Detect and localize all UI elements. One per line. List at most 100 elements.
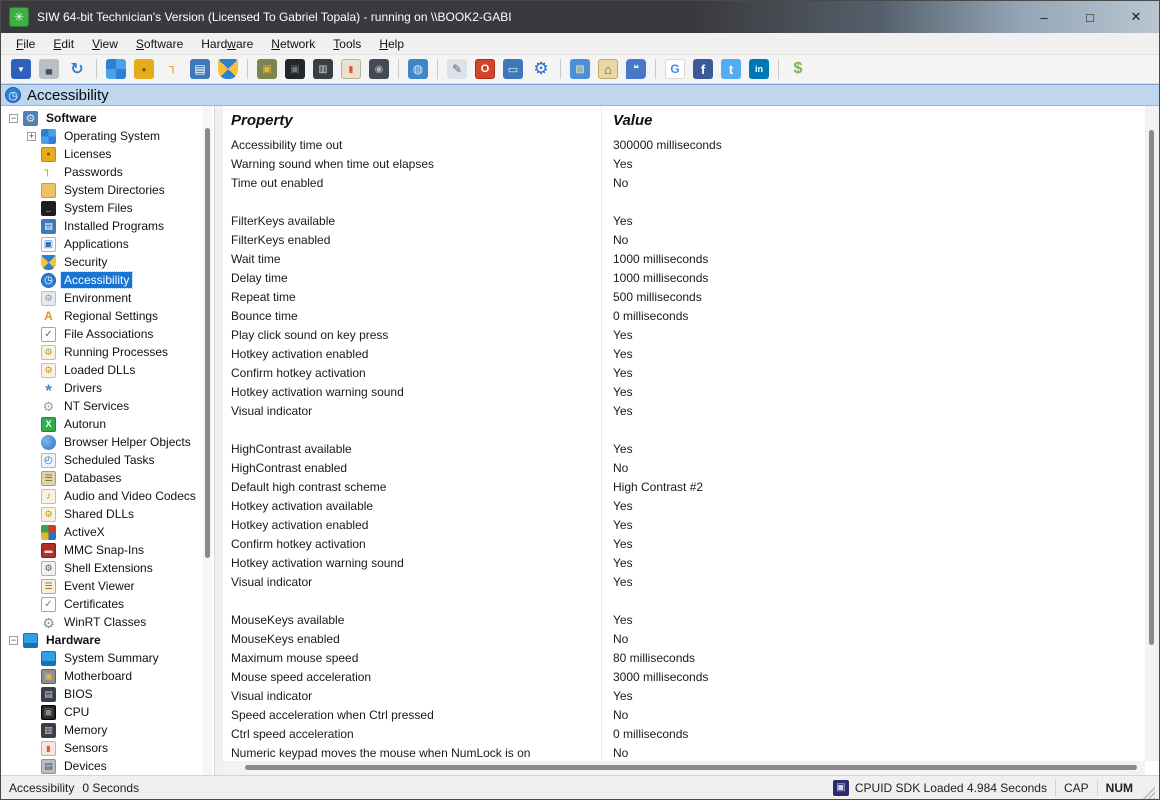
close-button[interactable]: ✕ — [1113, 1, 1159, 33]
tree-item-memory[interactable]: Memory — [1, 721, 214, 739]
table-row[interactable]: Numeric keypad moves the mouse when NumL… — [223, 743, 1145, 761]
tree-item-running-processes[interactable]: Running Processes — [1, 343, 214, 361]
table-row[interactable]: Default high contrast schemeHigh Contras… — [223, 477, 1145, 496]
tree-item-installed-programs[interactable]: Installed Programs — [1, 217, 214, 235]
table-row[interactable]: Play click sound on key pressYes — [223, 325, 1145, 344]
table-row[interactable]: Maximum mouse speed80 milliseconds — [223, 648, 1145, 667]
security-shield-icon[interactable] — [218, 59, 238, 79]
maximize-button[interactable]: □ — [1067, 1, 1113, 33]
tree-item-cpu[interactable]: CPU — [1, 703, 214, 721]
web-icon[interactable] — [570, 59, 590, 79]
table-row[interactable]: Repeat time500 milliseconds — [223, 287, 1145, 306]
table-row[interactable]: Confirm hotkey activationYes — [223, 363, 1145, 382]
tree-item-system-files[interactable]: System Files — [1, 199, 214, 217]
tree-scrollbar-thumb[interactable] — [205, 128, 210, 558]
tree-vertical-scrollbar[interactable] — [203, 106, 212, 775]
twitter-icon[interactable] — [721, 59, 741, 79]
table-row[interactable]: Confirm hotkey activationYes — [223, 534, 1145, 553]
home-icon[interactable] — [598, 59, 618, 79]
menu-software[interactable]: Software — [127, 35, 192, 53]
refresh-icon[interactable] — [67, 59, 87, 79]
tree-item-applications[interactable]: Applications — [1, 235, 214, 253]
table-row[interactable]: Warning sound when time out elapsesYes — [223, 154, 1145, 173]
tree-item-drivers[interactable]: Drivers — [1, 379, 214, 397]
table-row[interactable]: Hotkey activation enabledYes — [223, 344, 1145, 363]
tree-item-loaded-dlls[interactable]: Loaded DLLs — [1, 361, 214, 379]
sensors-icon[interactable] — [341, 59, 361, 79]
tree-item-security[interactable]: Security — [1, 253, 214, 271]
menu-tools[interactable]: Tools — [324, 35, 370, 53]
resize-grip-icon[interactable] — [1143, 787, 1155, 799]
tree-item-event-viewer[interactable]: Event Viewer — [1, 577, 214, 595]
table-row[interactable]: Hotkey activation availableYes — [223, 496, 1145, 515]
tree-item-motherboard[interactable]: Motherboard — [1, 667, 214, 685]
menu-edit[interactable]: Edit — [44, 35, 83, 53]
table-row[interactable]: HighContrast availableYes — [223, 439, 1145, 458]
tree-item-devices[interactable]: Devices — [1, 757, 214, 775]
network-icon[interactable] — [408, 59, 428, 79]
panel-vscrollbar-thumb[interactable] — [1149, 130, 1154, 645]
tree-item-system-summary[interactable]: System Summary — [1, 649, 214, 667]
menu-help[interactable]: Help — [370, 35, 413, 53]
save-icon[interactable] — [11, 59, 31, 79]
table-row[interactable]: Speed acceleration when Ctrl pressedNo — [223, 705, 1145, 724]
minimize-button[interactable]: – — [1021, 1, 1067, 33]
cpu-icon[interactable] — [285, 59, 305, 79]
remote-desktop-icon[interactable] — [503, 59, 523, 79]
table-row[interactable]: Hotkey activation warning soundYes — [223, 382, 1145, 401]
collapse-box-icon[interactable]: − — [9, 114, 18, 123]
menu-file[interactable]: File — [7, 35, 44, 53]
table-row[interactable]: Visual indicatorYes — [223, 401, 1145, 420]
table-row[interactable]: Hotkey activation enabledYes — [223, 515, 1145, 534]
google-icon[interactable] — [665, 59, 685, 79]
panel-hscrollbar-thumb[interactable] — [245, 765, 1137, 770]
tree-item-bios[interactable]: BIOS — [1, 685, 214, 703]
collapse-box-icon[interactable]: − — [9, 636, 18, 645]
panel-splitter[interactable] — [215, 106, 223, 775]
tree-item-autorun[interactable]: Autorun — [1, 415, 214, 433]
panel-horizontal-scrollbar[interactable] — [223, 761, 1145, 775]
table-row[interactable]: MouseKeys enabledNo — [223, 629, 1145, 648]
installed-programs-icon[interactable] — [190, 59, 210, 79]
eureka-tool-icon[interactable] — [447, 59, 467, 79]
table-row[interactable]: Hotkey activation warning soundYes — [223, 553, 1145, 572]
table-row[interactable]: Visual indicatorYes — [223, 572, 1145, 591]
print-icon[interactable] — [39, 59, 59, 79]
feedback-icon[interactable] — [626, 59, 646, 79]
table-row[interactable] — [223, 591, 1145, 610]
table-row[interactable]: Wait time1000 milliseconds — [223, 249, 1145, 268]
tree-item-environment[interactable]: Environment — [1, 289, 214, 307]
tree-item-scheduled-tasks[interactable]: Scheduled Tasks — [1, 451, 214, 469]
tree-item-databases[interactable]: Databases — [1, 469, 214, 487]
table-row[interactable]: Visual indicatorYes — [223, 686, 1145, 705]
panel-vertical-scrollbar[interactable] — [1145, 106, 1159, 761]
table-row[interactable]: HighContrast enabledNo — [223, 458, 1145, 477]
expand-box-icon[interactable]: + — [27, 132, 36, 141]
table-row[interactable]: Accessibility time out300000 millisecond… — [223, 135, 1145, 154]
table-row[interactable]: Mouse speed acceleration3000 millisecond… — [223, 667, 1145, 686]
tree-item-software[interactable]: −Software — [1, 109, 214, 127]
table-row[interactable]: MouseKeys availableYes — [223, 610, 1145, 629]
tree-item-certificates[interactable]: Certificates — [1, 595, 214, 613]
tree-item-activex[interactable]: ActiveX — [1, 523, 214, 541]
menu-hardware[interactable]: Hardware — [192, 35, 262, 53]
table-row[interactable]: FilterKeys enabledNo — [223, 230, 1145, 249]
tree-item-hardware[interactable]: −Hardware — [1, 631, 214, 649]
tree-item-passwords[interactable]: Passwords — [1, 163, 214, 181]
menu-view[interactable]: View — [83, 35, 127, 53]
licenses-lock-icon[interactable] — [134, 59, 154, 79]
tree-item-browser-helper-objects[interactable]: Browser Helper Objects — [1, 433, 214, 451]
tree-item-regional-settings[interactable]: Regional Settings — [1, 307, 214, 325]
facebook-icon[interactable] — [693, 59, 713, 79]
table-row[interactable]: Ctrl speed acceleration0 milliseconds — [223, 724, 1145, 743]
tree-item-shell-extensions[interactable]: Shell Extensions — [1, 559, 214, 577]
tree-item-shared-dlls[interactable]: Shared DLLs — [1, 505, 214, 523]
donate-icon[interactable] — [788, 59, 808, 79]
table-row[interactable] — [223, 420, 1145, 439]
table-row[interactable]: FilterKeys availableYes — [223, 211, 1145, 230]
passwords-key-icon[interactable] — [162, 59, 182, 79]
tree-item-system-directories[interactable]: System Directories — [1, 181, 214, 199]
tree-item-audio-and-video-codecs[interactable]: Audio and Video Codecs — [1, 487, 214, 505]
operating-system-icon[interactable] — [106, 59, 126, 79]
tree-item-nt-services[interactable]: NT Services — [1, 397, 214, 415]
